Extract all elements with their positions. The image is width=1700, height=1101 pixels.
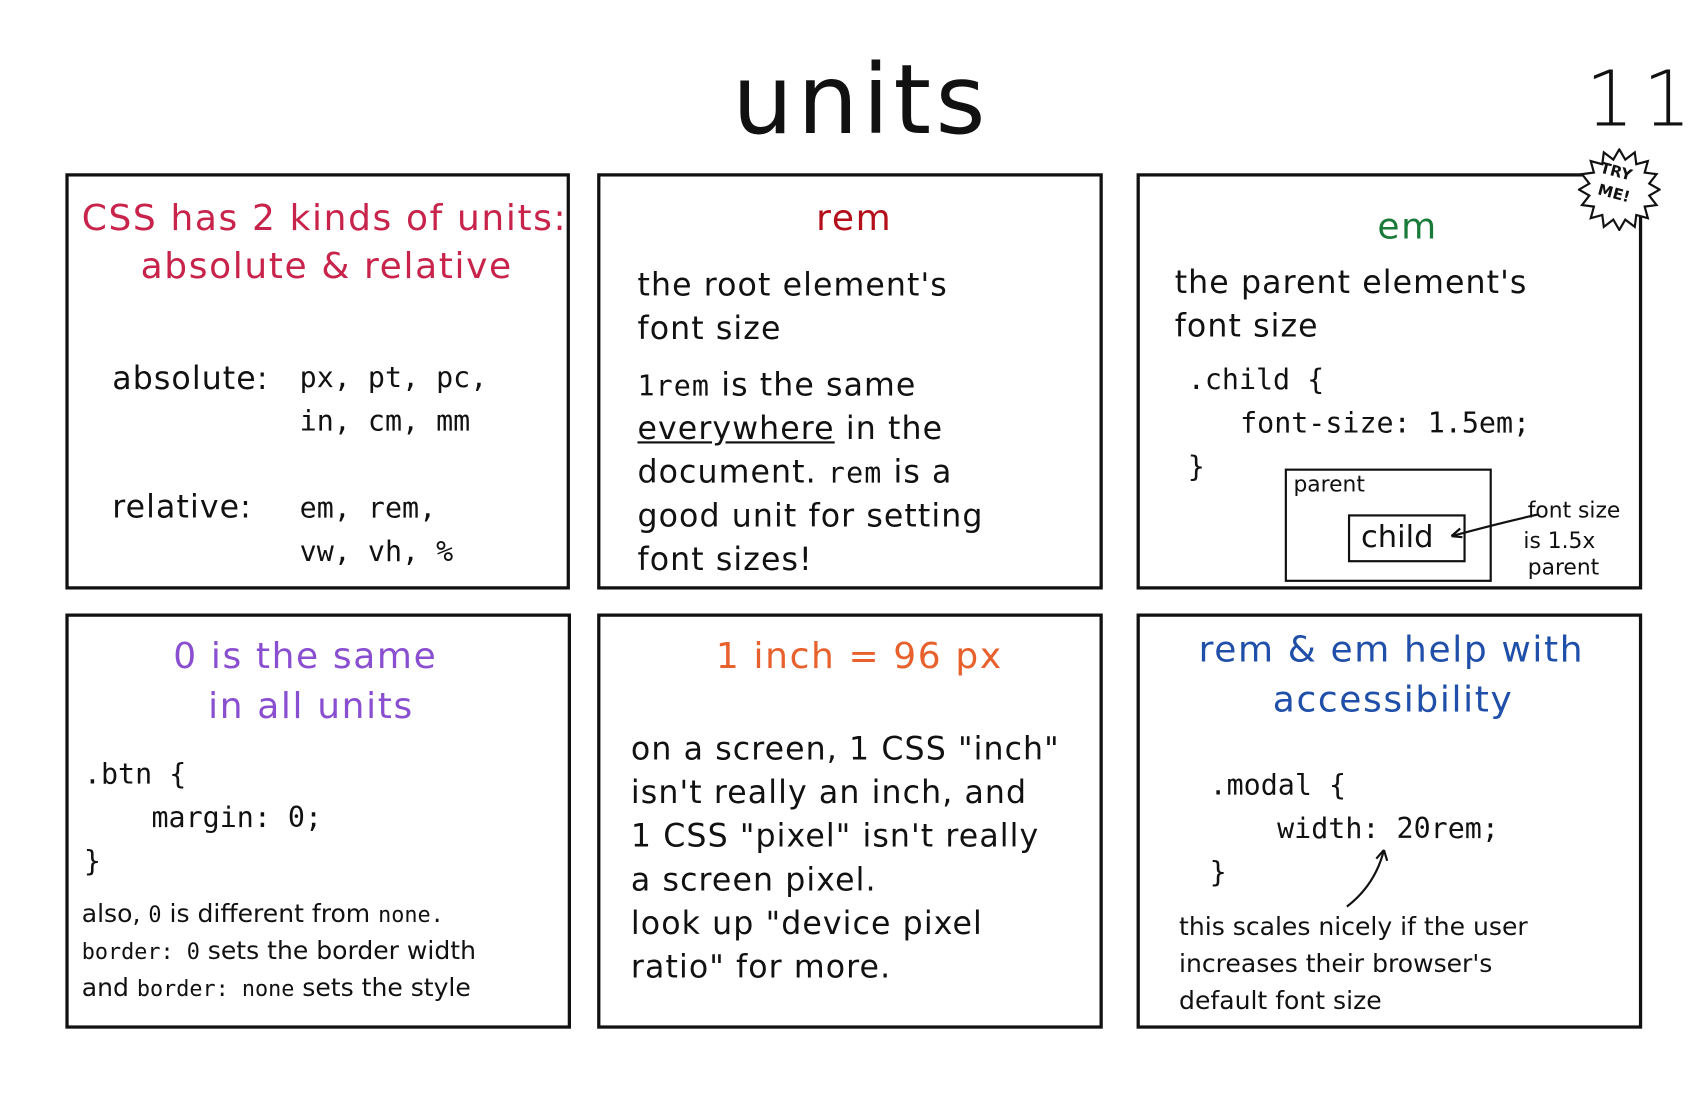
underlined-text: everywhere xyxy=(637,409,835,447)
annotation: is 1.5x xyxy=(1523,527,1596,554)
panel-title: CSS has 2 kinds of units: xyxy=(81,196,568,239)
text: and xyxy=(81,974,137,1003)
text-line: isn't really an inch, and xyxy=(630,773,1028,811)
text: is different from xyxy=(161,900,379,929)
panel-zero: 0 is the same in all units .btn { margin… xyxy=(65,613,572,1029)
text-line: 1rem is the same xyxy=(637,366,916,403)
code: none. xyxy=(378,901,444,928)
code: 0 xyxy=(148,901,162,928)
code-line: .btn { xyxy=(83,758,187,792)
text: sets the border width xyxy=(199,937,477,966)
code-line: } xyxy=(1209,856,1227,890)
text: also, xyxy=(81,900,149,929)
code-line: .child { xyxy=(1187,363,1325,397)
text-line: this scales nicely if the user xyxy=(1179,913,1528,942)
code-line: } xyxy=(83,845,101,879)
text-line: font size xyxy=(637,309,782,347)
text: document. xyxy=(637,453,828,491)
code-line: margin: 0; xyxy=(151,802,323,835)
text-line: good unit for setting xyxy=(637,496,984,534)
absolute-units: px, pt, pc, xyxy=(299,361,488,395)
text-line: document. rem is a xyxy=(637,453,952,490)
text-line: 1 CSS "pixel" isn't really xyxy=(630,817,1040,855)
text-line: the root element's xyxy=(637,265,948,303)
absolute-units: in, cm, mm xyxy=(299,405,471,439)
panel-title: 1 inch = 96 px xyxy=(715,634,1003,677)
text: sets the style xyxy=(294,974,471,1003)
page-number: 11 xyxy=(1585,54,1700,144)
absolute-label: absolute: xyxy=(112,359,269,397)
code: border: 0 xyxy=(81,938,200,965)
text-line: increases their browser's xyxy=(1179,950,1493,979)
child-label: child xyxy=(1361,518,1434,555)
panel-title: rem & em help with xyxy=(1198,627,1585,671)
relative-label: relative: xyxy=(112,488,252,526)
panel-title: em xyxy=(1377,204,1438,248)
zine-page: units 11 CSS has 2 kinds of units: absol… xyxy=(0,0,1700,1101)
panel-inch: 1 inch = 96 px on a screen, 1 CSS "inch"… xyxy=(597,613,1103,1029)
arrow-icon xyxy=(1346,849,1389,908)
text: is a xyxy=(882,453,953,491)
text-line: everywhere in the xyxy=(637,410,943,447)
panel-title: in all units xyxy=(208,684,414,727)
panel-rem: rem the root element's font size 1rem is… xyxy=(597,173,1103,590)
text-line: on a screen, 1 CSS "inch" xyxy=(630,730,1060,768)
annotation: font size xyxy=(1527,496,1621,524)
panel-kinds-of-units: CSS has 2 kinds of units: absolute & rel… xyxy=(65,173,570,590)
panel-title: rem xyxy=(816,196,893,239)
text-line: border: 0 sets the border width xyxy=(82,937,476,965)
text-line: font size xyxy=(1174,307,1319,345)
text-line: look up "device pixel xyxy=(630,904,983,942)
panel-accessibility: rem & em help with accessibility .modal … xyxy=(1136,613,1643,1029)
text-line: ratio" for more. xyxy=(630,948,892,986)
text-line: also, 0 is different from none. xyxy=(82,900,444,928)
panel-title: accessibility xyxy=(1272,677,1514,721)
annotation: parent xyxy=(1527,553,1600,580)
panel-title: 0 is the same xyxy=(173,634,438,677)
text-line: the parent element's xyxy=(1174,263,1528,301)
code-line: font-size: 1.5em; xyxy=(1240,407,1531,441)
panel-title: absolute & relative xyxy=(140,244,513,287)
text-line: font sizes! xyxy=(637,540,813,578)
try-me-badge[interactable]: TRY ME! xyxy=(1577,148,1661,232)
relative-units: vw, vh, % xyxy=(299,536,454,569)
text: is the same xyxy=(710,366,917,404)
text-line: and border: none sets the style xyxy=(82,974,471,1002)
relative-units: em, rem, xyxy=(299,492,437,526)
panel-em: em the parent element's font size .child… xyxy=(1136,173,1643,590)
parent-label: parent xyxy=(1293,470,1365,497)
code-line: .modal { xyxy=(1209,769,1347,803)
text-line: default font size xyxy=(1179,987,1382,1016)
page-title: units xyxy=(732,43,990,156)
text-line: a screen pixel. xyxy=(630,860,877,898)
text: in the xyxy=(834,409,944,447)
code-line: } xyxy=(1187,451,1205,484)
code: 1rem xyxy=(637,370,711,404)
code: rem xyxy=(827,457,883,491)
code: border: none xyxy=(136,975,295,1002)
